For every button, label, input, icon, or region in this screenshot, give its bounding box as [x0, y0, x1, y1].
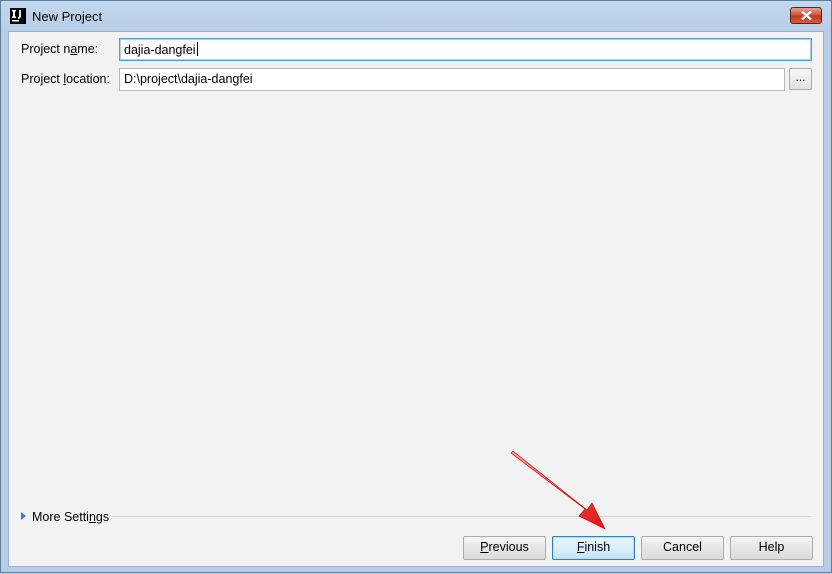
close-icon	[801, 11, 812, 20]
text-caret	[196, 42, 198, 56]
dialog-content: Project name: dajia-dangfei Project loca…	[8, 31, 824, 567]
browse-button[interactable]: ...	[789, 68, 812, 90]
title-bar[interactable]: New Project	[1, 1, 831, 31]
help-button[interactable]: Help	[730, 536, 813, 560]
new-project-dialog: New Project Project name: dajia-dangfei …	[0, 0, 832, 573]
more-settings-toggle[interactable]: More Settings	[21, 510, 109, 526]
project-location-value: D:\project\dajia-dangfei	[124, 72, 253, 86]
project-name-label: Project name:	[21, 42, 99, 56]
cancel-button[interactable]: Cancel	[641, 536, 724, 560]
more-settings-divider	[111, 516, 811, 517]
triangle-right-icon	[21, 512, 26, 520]
finish-button[interactable]: Finish	[552, 536, 635, 560]
window-title: New Project	[32, 9, 103, 24]
project-name-value: dajia-dangfei	[124, 43, 196, 57]
project-location-label: Project location:	[21, 72, 110, 86]
previous-button[interactable]: Previous	[463, 536, 546, 560]
project-location-input[interactable]: D:\project\dajia-dangfei	[119, 68, 785, 91]
close-button[interactable]	[790, 7, 822, 24]
project-name-input[interactable]: dajia-dangfei	[119, 38, 812, 61]
intellij-idea-icon	[10, 8, 26, 24]
